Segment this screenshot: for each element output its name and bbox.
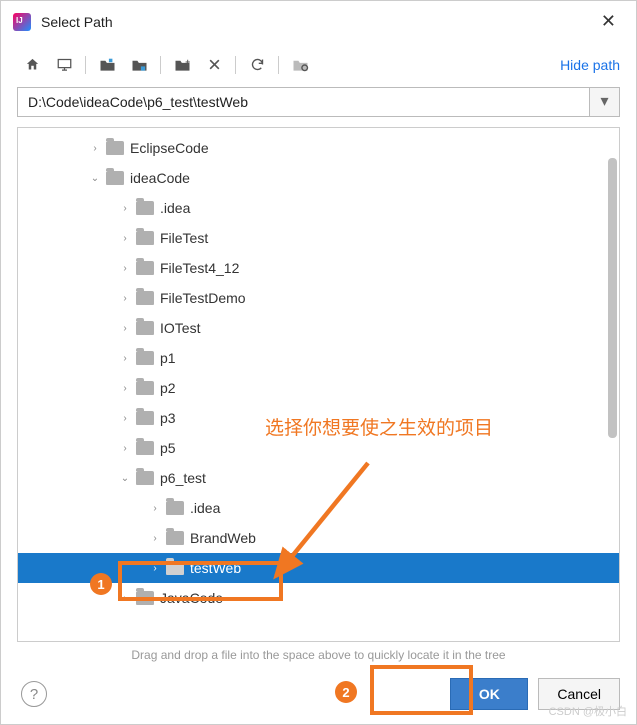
folder-icon <box>166 561 184 575</box>
expand-arrow-icon[interactable]: › <box>118 263 132 274</box>
tree-row[interactable]: › JavaCode <box>18 583 619 613</box>
tree-row[interactable]: › IOTest <box>18 313 619 343</box>
folder-icon <box>166 531 184 545</box>
delete-icon[interactable] <box>199 52 229 77</box>
folder-icon <box>166 501 184 515</box>
tree-row[interactable]: ⌄ ideaCode <box>18 163 619 193</box>
folder-icon <box>136 291 154 305</box>
tree-item-label: p6_test <box>160 470 206 486</box>
hide-path-link[interactable]: Hide path <box>560 57 620 73</box>
folder-icon <box>136 411 154 425</box>
folder-icon <box>136 381 154 395</box>
home-icon[interactable] <box>17 52 47 77</box>
tree-item-label: p3 <box>160 410 176 426</box>
tree-row[interactable]: ⌄ p6_test <box>18 463 619 493</box>
expand-arrow-icon[interactable]: › <box>118 593 132 604</box>
tree-item-label: .idea <box>190 500 220 516</box>
expand-arrow-icon[interactable]: ⌄ <box>88 173 102 184</box>
expand-arrow-icon[interactable]: › <box>148 503 162 514</box>
refresh-icon[interactable] <box>242 52 272 77</box>
tree-item-label: p2 <box>160 380 176 396</box>
tree-row[interactable]: › EclipseCode <box>18 133 619 163</box>
expand-arrow-icon[interactable]: › <box>148 533 162 544</box>
tree-item-label: .idea <box>160 200 190 216</box>
expand-arrow-icon[interactable]: › <box>118 443 132 454</box>
folder-icon <box>136 231 154 245</box>
svg-text:+: + <box>185 58 190 66</box>
tree-item-label: ideaCode <box>130 170 190 186</box>
tree-row[interactable]: › BrandWeb <box>18 523 619 553</box>
tree-item-label: p1 <box>160 350 176 366</box>
folder-icon <box>136 201 154 215</box>
tree-item-label: IOTest <box>160 320 200 336</box>
expand-arrow-icon[interactable]: › <box>118 353 132 364</box>
folder-icon <box>136 351 154 365</box>
folder-icon <box>136 471 154 485</box>
toolbar: + Hide path <box>1 42 636 83</box>
folder-icon <box>106 141 124 155</box>
folder-icon <box>136 261 154 275</box>
expand-arrow-icon[interactable]: › <box>118 293 132 304</box>
dialog-title: Select Path <box>41 14 593 30</box>
close-button[interactable]: ✕ <box>593 9 624 34</box>
tree-row[interactable]: › testWeb <box>18 553 619 583</box>
tree-item-label: testWeb <box>190 560 241 576</box>
help-button[interactable]: ? <box>21 681 47 707</box>
tree-panel[interactable]: › EclipseCode ⌄ ideaCode › .idea › FileTest › Fil… <box>17 127 620 642</box>
tree-item-label: JavaCode <box>160 590 223 606</box>
expand-arrow-icon[interactable]: › <box>148 563 162 574</box>
app-icon <box>13 13 31 31</box>
expand-arrow-icon[interactable]: › <box>118 383 132 394</box>
ok-button[interactable]: OK <box>450 678 528 710</box>
folder-icon <box>106 171 124 185</box>
scrollbar-thumb[interactable] <box>608 158 617 438</box>
tree-item-label: FileTest4_12 <box>160 260 239 276</box>
tree-row[interactable]: › .idea <box>18 493 619 523</box>
tree-row[interactable]: › .idea <box>18 193 619 223</box>
tree-row[interactable]: › FileTestDemo <box>18 283 619 313</box>
folder-icon <box>136 321 154 335</box>
show-hidden-icon[interactable] <box>285 52 315 77</box>
path-input[interactable] <box>17 87 590 117</box>
tree-row[interactable]: › p3 <box>18 403 619 433</box>
desktop-icon[interactable] <box>49 52 79 77</box>
expand-arrow-icon[interactable]: › <box>118 203 132 214</box>
expand-arrow-icon[interactable]: › <box>118 323 132 334</box>
expand-arrow-icon[interactable]: › <box>118 413 132 424</box>
folder-icon <box>136 591 154 605</box>
path-dropdown[interactable]: ▾ <box>590 87 620 117</box>
tree-item-label: FileTest <box>160 230 208 246</box>
new-module-icon[interactable] <box>124 52 154 77</box>
tree-item-label: FileTestDemo <box>160 290 246 306</box>
expand-arrow-icon[interactable]: › <box>88 143 102 154</box>
tree-row[interactable]: › p2 <box>18 373 619 403</box>
folder-icon <box>136 441 154 455</box>
hint-text: Drag and drop a file into the space abov… <box>1 642 636 670</box>
tree-item-label: p5 <box>160 440 176 456</box>
tree-row[interactable]: › p5 <box>18 433 619 463</box>
tree-row[interactable]: › FileTest <box>18 223 619 253</box>
expand-arrow-icon[interactable]: ⌄ <box>118 473 132 484</box>
tree-row[interactable]: › FileTest4_12 <box>18 253 619 283</box>
expand-arrow-icon[interactable]: › <box>118 233 132 244</box>
tree-item-label: BrandWeb <box>190 530 256 546</box>
new-folder-icon[interactable] <box>92 52 122 77</box>
watermark: CSDN @极小白 <box>549 703 627 719</box>
new-folder-plus-icon[interactable]: + <box>167 52 197 77</box>
tree-item-label: EclipseCode <box>130 140 209 156</box>
tree-row[interactable]: › p1 <box>18 343 619 373</box>
